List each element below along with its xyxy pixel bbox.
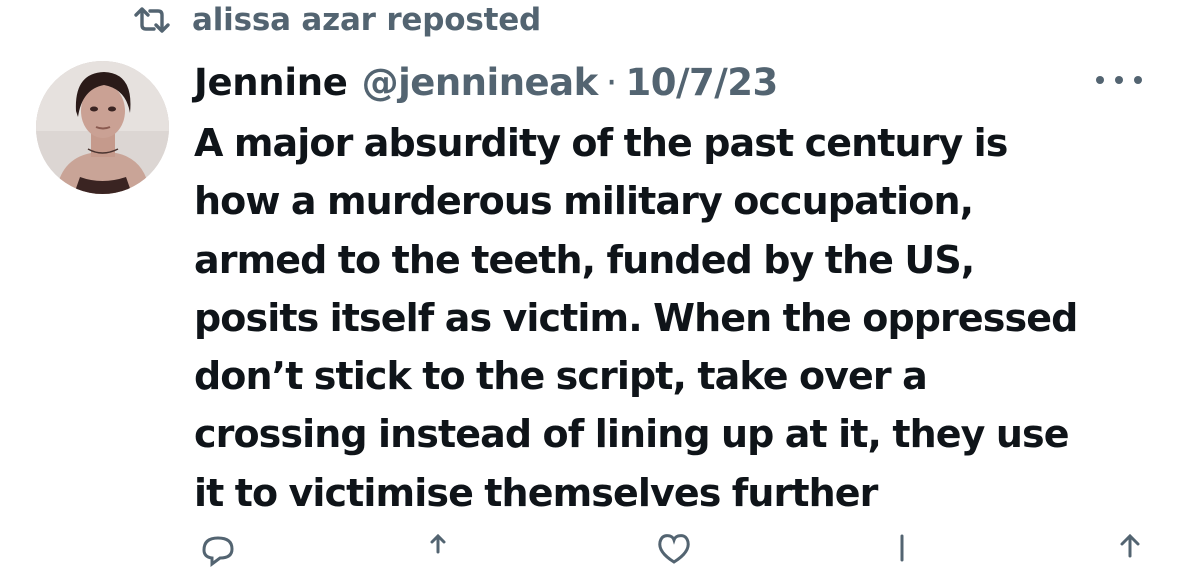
user-handle[interactable]: @jennineak	[362, 61, 599, 104]
tweet-text-line: how a murderous military occupation,	[194, 179, 974, 224]
like-icon[interactable]	[650, 528, 698, 568]
repost-context[interactable]: alissa azar reposted	[132, 0, 541, 40]
tweet-text-line: A major absurdity of the past century is	[194, 121, 1008, 165]
repost-icon[interactable]	[422, 528, 470, 568]
tweet-text-line: it to victimise themselves further	[194, 470, 878, 515]
tweet-text-line: posits itself as victim. When the oppres…	[194, 295, 1078, 340]
display-name[interactable]: Jennine	[194, 61, 348, 104]
more-options-icon[interactable]	[1096, 66, 1142, 94]
separator-dot: ·	[605, 60, 618, 104]
tweet-text-line: crossing instead of lining up at it, the…	[194, 412, 1070, 457]
more-dot	[1134, 76, 1142, 84]
reply-icon[interactable]	[194, 528, 242, 568]
tweet-text-line: armed to the teeth, funded by the US,	[194, 237, 975, 282]
tweet-text-line: don’t stick to the script, take over a	[194, 354, 928, 399]
tweet-date[interactable]: 10/7/23	[625, 61, 778, 104]
tweet-text: A major absurdity of the past century is…	[194, 114, 1164, 522]
more-dot	[1115, 76, 1123, 84]
avatar-photo	[36, 61, 169, 194]
avatar[interactable]	[36, 61, 169, 194]
more-dot	[1096, 76, 1104, 84]
views-icon[interactable]	[878, 528, 926, 568]
repost-label: alissa azar reposted	[192, 2, 542, 38]
tweet-header: Jennine @jennineak · 10/7/23	[194, 58, 778, 106]
share-icon[interactable]	[1106, 528, 1154, 568]
tweet-actions	[194, 528, 1154, 567]
repost-icon	[134, 7, 170, 33]
